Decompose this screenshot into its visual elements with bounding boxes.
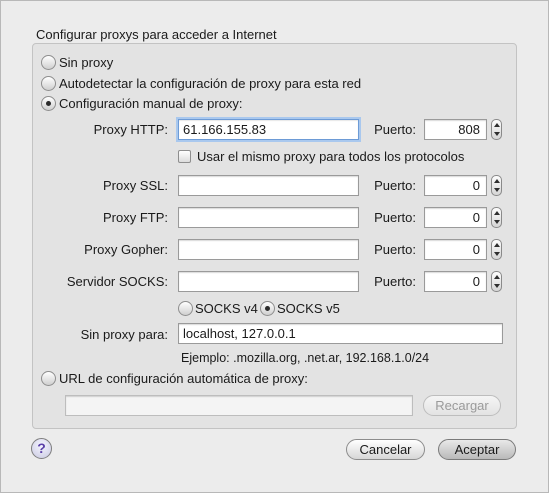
same-proxy-label: Usar el mismo proxy para todos los proto… bbox=[197, 149, 465, 164]
no-proxy-for-label: Sin proxy para: bbox=[80, 327, 168, 342]
ftp-port-input[interactable]: 0 bbox=[424, 207, 487, 228]
socks-host-label: Servidor SOCKS: bbox=[66, 274, 168, 289]
chevron-down-icon bbox=[494, 284, 500, 288]
http-port-label: Puerto: bbox=[374, 122, 416, 137]
radio-manual-proxy-label: Configuración manual de proxy: bbox=[59, 96, 243, 111]
chevron-up-icon bbox=[494, 243, 500, 247]
gopher-port-label: Puerto: bbox=[374, 242, 416, 257]
chevron-up-icon bbox=[494, 123, 500, 127]
radio-manual-proxy[interactable] bbox=[41, 96, 56, 111]
ftp-proxy-label: Proxy FTP: bbox=[102, 210, 168, 225]
socks-port-label: Puerto: bbox=[374, 274, 416, 289]
ssl-proxy-label: Proxy SSL: bbox=[102, 178, 168, 193]
help-button[interactable]: ? bbox=[31, 438, 52, 459]
radio-pac-url[interactable] bbox=[41, 371, 56, 386]
gopher-port-stepper[interactable] bbox=[491, 239, 502, 260]
ssl-port-input[interactable]: 0 bbox=[424, 175, 487, 196]
gopher-port-input[interactable]: 0 bbox=[424, 239, 487, 260]
gopher-proxy-label: Proxy Gopher: bbox=[84, 242, 168, 257]
chevron-down-icon bbox=[494, 252, 500, 256]
ftp-port-stepper[interactable] bbox=[491, 207, 502, 228]
same-proxy-checkbox[interactable] bbox=[178, 150, 191, 163]
http-port-stepper[interactable] bbox=[491, 119, 502, 140]
http-port-input[interactable]: 808 bbox=[424, 119, 487, 140]
socks-port-stepper[interactable] bbox=[491, 271, 502, 292]
radio-auto-detect[interactable] bbox=[41, 76, 56, 91]
no-proxy-example: Ejemplo: .mozilla.org, .net.ar, 192.168.… bbox=[181, 351, 430, 365]
ftp-port-label: Puerto: bbox=[374, 210, 416, 225]
radio-no-proxy-label: Sin proxy bbox=[59, 55, 114, 70]
ssl-proxy-host-input[interactable] bbox=[178, 175, 359, 196]
ssl-port-stepper[interactable] bbox=[491, 175, 502, 196]
socks-host-input[interactable] bbox=[178, 271, 359, 292]
radio-pac-url-label: URL de configuración automática de proxy… bbox=[59, 371, 308, 386]
chevron-down-icon bbox=[494, 220, 500, 224]
chevron-down-icon bbox=[494, 132, 500, 136]
radio-auto-detect-label: Autodetectar la configuración de proxy p… bbox=[59, 76, 362, 91]
http-proxy-label: Proxy HTTP: bbox=[93, 122, 168, 137]
radio-no-proxy[interactable] bbox=[41, 55, 56, 70]
cancel-button[interactable]: Cancelar bbox=[346, 439, 425, 460]
no-proxy-for-input[interactable]: localhost, 127.0.0.1 bbox=[178, 323, 503, 344]
gopher-proxy-host-input[interactable] bbox=[178, 239, 359, 260]
chevron-up-icon bbox=[494, 211, 500, 215]
chevron-up-icon bbox=[494, 275, 500, 279]
ftp-proxy-host-input[interactable] bbox=[178, 207, 359, 228]
ssl-port-label: Puerto: bbox=[374, 178, 416, 193]
chevron-up-icon bbox=[494, 179, 500, 183]
pac-url-input[interactable] bbox=[65, 395, 413, 416]
accept-button[interactable]: Aceptar bbox=[438, 439, 516, 460]
radio-socks-v4-label: SOCKS v4 bbox=[195, 301, 258, 316]
radio-socks-v5-label: SOCKS v5 bbox=[277, 301, 340, 316]
socks-port-input[interactable]: 0 bbox=[424, 271, 487, 292]
dialog-title: Configurar proxys para acceder a Interne… bbox=[36, 27, 277, 42]
http-proxy-host-input[interactable]: 61.166.155.83 bbox=[178, 119, 359, 140]
radio-socks-v4[interactable] bbox=[178, 301, 193, 316]
chevron-down-icon bbox=[494, 188, 500, 192]
radio-socks-v5[interactable] bbox=[260, 301, 275, 316]
reload-button[interactable]: Recargar bbox=[423, 395, 501, 416]
